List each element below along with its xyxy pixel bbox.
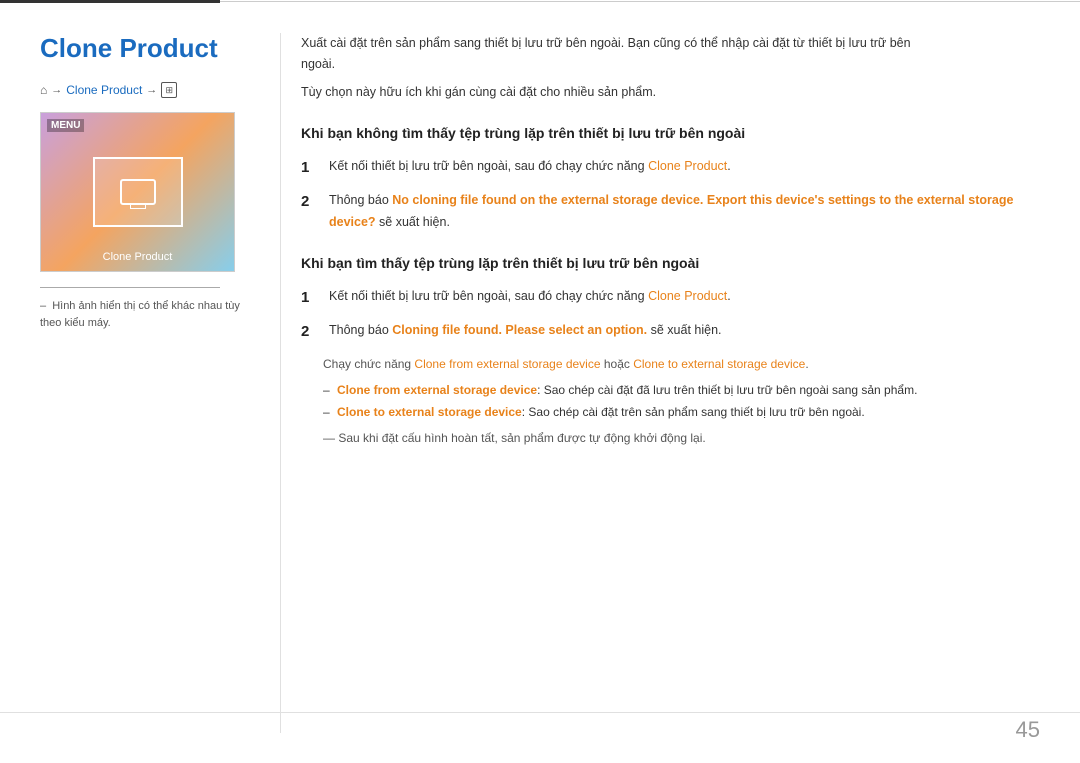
item1-text-before: Kết nối thiết bị lưu trữ bên ngoài, sau …: [329, 159, 648, 173]
s2-item2-before: Thông báo: [329, 323, 392, 337]
top-border-right: [220, 1, 1080, 2]
s2-item1-link: Clone Product: [648, 289, 727, 303]
item2-text-after: sẽ xuất hiện.: [376, 215, 450, 229]
section1-title: Khi bạn không tìm thấy tệp trùng lặp trê…: [301, 123, 1040, 144]
section2-list: 1 Kết nối thiết bị lưu trữ bên ngoài, sa…: [301, 286, 1040, 345]
section1-item1: 1 Kết nối thiết bị lưu trữ bên ngoài, sa…: [301, 156, 1040, 181]
s2-item2-text: Thông báo Cloning file found. Please sel…: [329, 320, 1040, 345]
breadcrumb-end-icon: ⊞: [161, 82, 177, 98]
home-icon: ⌂: [40, 83, 47, 97]
left-column: Clone Product ⌂ → Clone Product → ⊞ MENU…: [40, 33, 280, 733]
sub-note: Chạy chức năng Clone from external stora…: [323, 355, 1040, 374]
em-dash-note: Sau khi đặt cấu hình hoàn tất, sản phẩm …: [323, 429, 1040, 448]
page-number: 45: [1016, 717, 1040, 743]
bullet2-label: Clone to external storage device: [337, 405, 522, 419]
tv-preview: MENU Clone Product: [40, 112, 235, 277]
item-number-4: 2: [301, 319, 323, 345]
intro-text-1: Xuất cài đặt trên sản phẩm sang thiết bị…: [301, 33, 1040, 76]
item-number-1: 1: [301, 155, 323, 181]
bullet1-label: Clone from external storage device: [337, 383, 537, 397]
s2-item1-text: Kết nối thiết bị lưu trữ bên ngoài, sau …: [329, 286, 1040, 311]
bottom-line: [0, 712, 1080, 713]
section2-item1: 1 Kết nối thiết bị lưu trữ bên ngoài, sa…: [301, 286, 1040, 311]
section1-item2: 2 Thông báo No cloning file found on the…: [301, 190, 1040, 233]
bullet2-text: : Sao chép cài đặt trên sản phẩm sang th…: [522, 405, 865, 419]
item2-text: Thông báo No cloning file found on the e…: [329, 190, 1040, 233]
breadcrumb: ⌂ → Clone Product → ⊞: [40, 82, 250, 98]
right-column: Xuất cài đặt trên sản phẩm sang thiết bị…: [280, 33, 1040, 733]
tv-screen: MENU Clone Product: [40, 112, 235, 272]
bullet-item-2: Clone to external storage device: Sao ch…: [323, 402, 1040, 422]
breadcrumb-link[interactable]: Clone Product: [66, 83, 142, 97]
s2-item2-after: sẽ xuất hiện.: [647, 323, 721, 337]
content-area: Clone Product ⌂ → Clone Product → ⊞ MENU…: [0, 3, 1080, 763]
bullet-list: Clone from external storage device: Sao …: [323, 380, 1040, 423]
sub-note-orange2: Clone to external storage device: [633, 357, 805, 371]
breadcrumb-arrow: →: [51, 84, 62, 96]
item1-link: Clone Product: [648, 159, 727, 173]
s2-item2-orange: Cloning file found. Please select an opt…: [392, 323, 647, 337]
bullet-item-1: Clone from external storage device: Sao …: [323, 380, 1040, 400]
section2-title: Khi bạn tìm thấy tệp trùng lặp trên thiế…: [301, 253, 1040, 274]
item1-text: Kết nối thiết bị lưu trữ bên ngoài, sau …: [329, 156, 1040, 181]
page-title: Clone Product: [40, 33, 250, 64]
breadcrumb-arrow2: →: [146, 84, 157, 96]
tv-caption: Clone Product: [103, 251, 173, 263]
dash: –: [40, 298, 46, 315]
sub-note-orange1: Clone from external storage device: [414, 357, 600, 371]
tv-overlay-box: [93, 157, 183, 227]
intro-line1: Xuất cài đặt trên sản phẩm sang thiết bị…: [301, 36, 911, 50]
menu-label: MENU: [47, 119, 84, 132]
item-number-3: 1: [301, 285, 323, 311]
s2-item1-before: Kết nối thiết bị lưu trữ bên ngoài, sau …: [329, 289, 648, 303]
intro-line1b: ngoài.: [301, 57, 335, 71]
bullet1-text: : Sao chép cài đặt đã lưu trên thiết bị …: [537, 383, 917, 397]
image-note-text: Hình ảnh hiển thị có thể khác nhau tùy t…: [40, 300, 240, 329]
separator-line: [40, 287, 220, 288]
tv-icon: [120, 179, 156, 205]
item-number-2: 2: [301, 189, 323, 233]
image-note: – Hình ảnh hiển thị có thể khác nhau tùy…: [40, 298, 250, 331]
page-container: Clone Product ⌂ → Clone Product → ⊞ MENU…: [0, 0, 1080, 763]
section1-list: 1 Kết nối thiết bị lưu trữ bên ngoài, sa…: [301, 156, 1040, 233]
intro-text-2: Tùy chọn này hữu ích khi gán cùng cài đặ…: [301, 82, 1040, 103]
section2-item2: 2 Thông báo Cloning file found. Please s…: [301, 320, 1040, 345]
s2-item1-after: .: [727, 289, 730, 303]
item1-text-after: .: [727, 159, 730, 173]
item2-text-before: Thông báo: [329, 193, 392, 207]
